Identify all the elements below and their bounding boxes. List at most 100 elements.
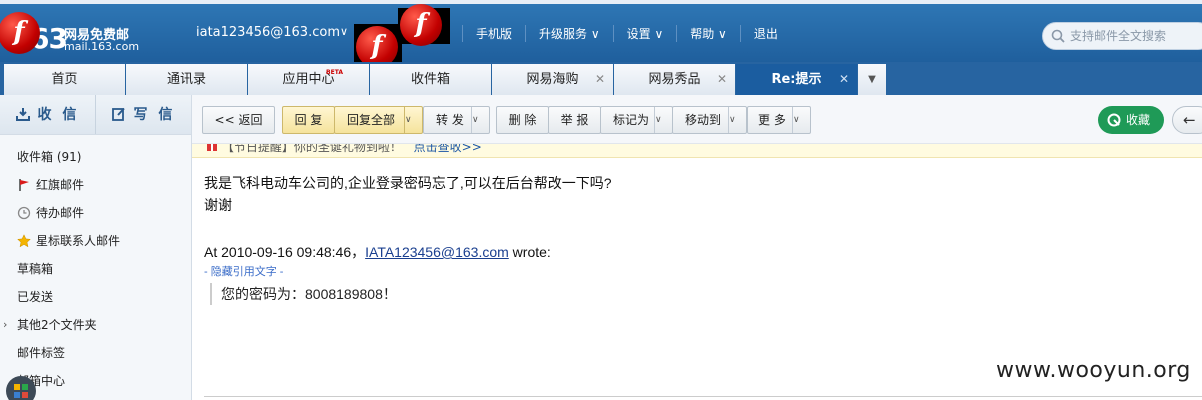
folder-label: 待办邮件 bbox=[36, 206, 85, 220]
tab-re-tishi[interactable]: Re:提示 ✕ bbox=[736, 64, 857, 95]
tab-app-center[interactable]: 应用中心 BETA bbox=[248, 64, 369, 95]
back-arrow-button[interactable]: ← bbox=[1172, 106, 1202, 134]
notice-text: 【节日提醒】你的圣诞礼物到啦！ bbox=[221, 144, 402, 154]
clock-icon bbox=[17, 206, 31, 220]
folder-starred-contacts[interactable]: 星标联系人邮件 bbox=[0, 227, 191, 255]
quoted-text: 您的密码为：8008189808！ bbox=[210, 283, 1104, 305]
flash-plugin-icon: f bbox=[0, 10, 44, 56]
user-email[interactable]: iata123456@163.com bbox=[196, 25, 340, 40]
move-to-button[interactable]: 移动到 ∨ bbox=[672, 106, 747, 134]
folder-label: 已发送 bbox=[17, 290, 54, 304]
favorite-button[interactable]: 收藏 bbox=[1098, 106, 1164, 134]
chevron-down-icon[interactable]: ∨ bbox=[792, 107, 810, 133]
hide-quote-link[interactable]: - 隐藏引用文字 - bbox=[204, 263, 1104, 281]
search-input[interactable]: 支持邮件全文搜索 bbox=[1042, 22, 1202, 50]
chevron-down-icon[interactable]: ∨ bbox=[404, 107, 422, 133]
folder-label: 草稿箱 bbox=[17, 262, 54, 276]
watermark: www.wooyun.org bbox=[996, 358, 1191, 383]
mail-content: 我是飞科电动车公司的,企业登录密码忘了,可以在后台帮改一下吗? 谢谢 At 20… bbox=[204, 172, 1104, 305]
tab-xiupin[interactable]: 网易秀品 ✕ bbox=[614, 64, 735, 95]
tab-home[interactable]: 首页 bbox=[4, 64, 125, 95]
folder-label: 红旗邮件 bbox=[36, 178, 85, 192]
download-icon bbox=[15, 108, 30, 121]
nav-logout[interactable]: 退出 bbox=[739, 25, 791, 42]
close-icon[interactable]: ✕ bbox=[839, 64, 849, 95]
chevron-right-icon[interactable]: › bbox=[3, 311, 7, 339]
nav-help[interactable]: 帮助 ∨ bbox=[676, 25, 740, 42]
close-icon[interactable]: ✕ bbox=[595, 64, 605, 95]
mark-as-button[interactable]: 标记为 ∨ bbox=[600, 106, 673, 134]
reply-all-label: 回复全部 bbox=[347, 113, 396, 127]
search-placeholder: 支持邮件全文搜索 bbox=[1070, 29, 1167, 43]
forward-button[interactable]: 转 发 ∨ bbox=[423, 106, 490, 134]
tab-haigou[interactable]: 网易海购 ✕ bbox=[492, 64, 613, 95]
chevron-down-icon[interactable]: ∨ bbox=[728, 107, 746, 133]
folder-tags[interactable]: 邮件标签 bbox=[0, 339, 191, 367]
more-button[interactable]: 更 多 ∨ bbox=[747, 106, 811, 134]
folder-label: 星标联系人邮件 bbox=[36, 234, 121, 248]
grid-icon bbox=[14, 384, 28, 398]
divider bbox=[204, 396, 1202, 397]
holiday-notice: 【节日提醒】你的圣诞礼物到啦！ 点击查收>> bbox=[192, 144, 1202, 158]
quote-header: At 2010-09-16 09:48:46，IATA123456@163.co… bbox=[204, 241, 1104, 263]
edit-icon bbox=[111, 107, 125, 121]
move-to-label: 移动到 bbox=[685, 113, 722, 127]
favorite-icon bbox=[1107, 113, 1121, 127]
folder-list: 收件箱 (91) 红旗邮件 待办邮件 星标联系人邮件 草稿箱 已发送 › 其他2… bbox=[0, 135, 191, 395]
folder-todo[interactable]: 待办邮件 bbox=[0, 199, 191, 227]
folder-label: 收件箱 (91) bbox=[17, 150, 82, 164]
tab-inbox[interactable]: 收件箱 bbox=[370, 64, 491, 95]
logo-domain[interactable]: mail.163.com bbox=[64, 40, 139, 53]
top-header: 63 网易免费邮 mail.163.com iata123456@163.com… bbox=[0, 0, 1202, 62]
flash-plugin-icon: f bbox=[398, 4, 450, 46]
nav-settings[interactable]: 设置 ∨ bbox=[612, 25, 677, 42]
chevron-down-icon[interactable]: ∨ bbox=[654, 107, 672, 133]
sidebar: 收 信 写 信 收件箱 (91) 红旗邮件 待办邮件 星标联系人邮件 草稿箱 已… bbox=[0, 95, 192, 400]
tab-contacts[interactable]: 通讯录 bbox=[126, 64, 247, 95]
folder-other[interactable]: › 其他2个文件夹 bbox=[0, 311, 191, 339]
chevron-down-icon[interactable]: ∨ bbox=[471, 107, 489, 133]
search-icon bbox=[1051, 29, 1065, 43]
chevron-down-icon[interactable]: ∨ bbox=[340, 25, 348, 38]
write-label: 写 信 bbox=[133, 107, 176, 123]
tab-label: 网易秀品 bbox=[648, 72, 701, 87]
star-icon bbox=[17, 234, 31, 248]
favorite-label: 收藏 bbox=[1126, 113, 1151, 127]
sidebar-actions: 收 信 写 信 bbox=[0, 95, 191, 135]
reply-button[interactable]: 回 复 bbox=[282, 106, 335, 134]
browser-strip bbox=[0, 0, 1202, 4]
reply-all-button[interactable]: 回复全部 ∨ bbox=[334, 106, 423, 134]
mail-line: 我是飞科电动车公司的,企业登录密码忘了,可以在后台帮改一下吗? bbox=[204, 175, 612, 191]
apps-grid-icon[interactable] bbox=[6, 376, 36, 400]
folder-drafts[interactable]: 草稿箱 bbox=[0, 255, 191, 283]
quote-wrote: wrote: bbox=[508, 244, 551, 260]
tab-label: 网易海购 bbox=[526, 72, 579, 87]
tab-label: 通讯录 bbox=[166, 72, 206, 87]
close-icon[interactable]: ✕ bbox=[717, 64, 727, 95]
folder-inbox[interactable]: 收件箱 (91) bbox=[0, 143, 191, 171]
quote-date: At 2010-09-16 09:48:46， bbox=[204, 244, 366, 260]
gift-icon bbox=[207, 144, 217, 151]
tab-bar: 首页 通讯录 应用中心 BETA 收件箱 网易海购 ✕ 网易秀品 ✕ Re:提示 ✕ ▼ bbox=[0, 62, 1202, 95]
receive-mail-button[interactable]: 收 信 bbox=[0, 95, 95, 134]
nav-mobile[interactable]: 手机版 bbox=[462, 25, 525, 42]
report-button[interactable]: 举 报 bbox=[548, 106, 601, 134]
delete-button[interactable]: 删 除 bbox=[496, 106, 549, 134]
back-button[interactable]: << 返回 bbox=[202, 106, 275, 134]
tabs-more-button[interactable]: ▼ bbox=[858, 64, 886, 95]
tab-label: 首页 bbox=[51, 72, 78, 87]
top-nav: 手机版 升级服务 ∨ 设置 ∨ 帮助 ∨ 退出 bbox=[462, 25, 791, 42]
folder-label: 邮件标签 bbox=[17, 346, 66, 360]
mail-line: 谢谢 bbox=[204, 197, 232, 213]
beta-badge: BETA bbox=[326, 69, 343, 76]
folder-red-flag[interactable]: 红旗邮件 bbox=[0, 171, 191, 199]
receive-label: 收 信 bbox=[37, 107, 80, 123]
tab-label: 收件箱 bbox=[410, 72, 450, 87]
write-mail-button[interactable]: 写 信 bbox=[95, 95, 191, 134]
notice-link[interactable]: 点击查收>> bbox=[414, 144, 482, 154]
mail-toolbar: << 返回 回 复 回复全部 ∨ 转 发 ∨ 删 除 举 报 标记为 ∨ 移动到… bbox=[192, 95, 1202, 144]
folder-sent[interactable]: 已发送 bbox=[0, 283, 191, 311]
tab-label: Re:提示 bbox=[771, 72, 822, 87]
sender-email-link[interactable]: IATA123456@163.com bbox=[365, 244, 509, 260]
nav-upgrade[interactable]: 升级服务 ∨ bbox=[525, 25, 613, 42]
